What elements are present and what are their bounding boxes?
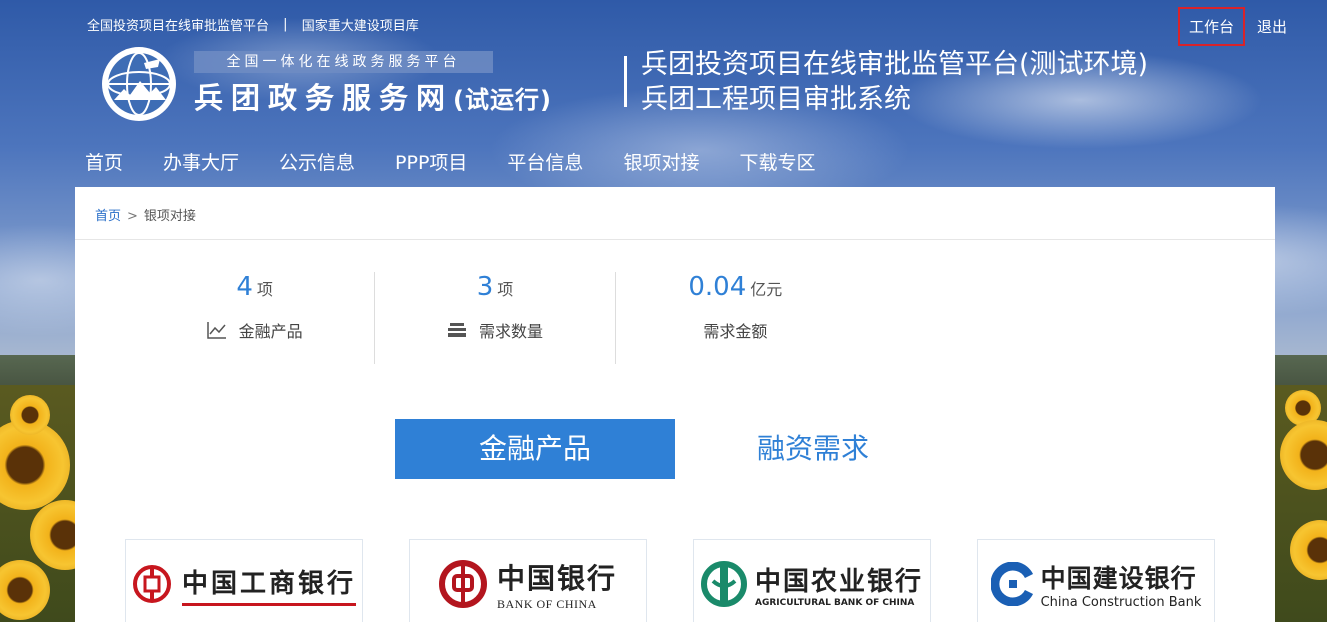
bank-card-boc[interactable]: 中国银行 BANK OF CHINA xyxy=(409,539,647,622)
stat-value: 3 xyxy=(476,272,494,302)
workbench-button[interactable]: 工作台 xyxy=(1177,7,1245,46)
site-name[interactable]: 兵团政务服务网(试运行) xyxy=(194,75,552,117)
bank-name-block: 中国农业银行 AGRICULTURAL BANK OF CHINA xyxy=(755,561,923,608)
boc-logo-icon xyxy=(438,560,487,608)
stat-label-row: 需求数量 xyxy=(375,318,614,342)
tab-financing-needs[interactable]: 融资需求 xyxy=(693,419,933,479)
bank-name-en: BANK OF CHINA xyxy=(496,596,597,611)
bank-underline xyxy=(181,602,356,606)
bank-card-icbc[interactable]: 中国工商银行 xyxy=(125,539,363,622)
breadcrumb-current: 银项对接 xyxy=(143,209,196,224)
stat-value: 0.04 xyxy=(688,272,747,302)
tab-financial-products[interactable]: 金融产品 xyxy=(395,419,675,479)
line-chart-icon xyxy=(206,322,226,339)
national-platform-link[interactable]: 全国投资项目在线审批监管平台 xyxy=(87,19,269,34)
stat-unit: 亿元 xyxy=(750,280,783,299)
nav-item-platform-info[interactable]: 平台信息 xyxy=(497,144,593,187)
main-nav: 首页 办事大厅 公示信息 PPP项目 平台信息 银项对接 下载专区 xyxy=(75,144,845,191)
breadcrumb-separator: > xyxy=(127,209,138,224)
bank-logo: 中国银行 BANK OF CHINA xyxy=(438,557,617,612)
stat-financial-products: 4项 金融产品 xyxy=(135,272,374,364)
site-logo-emblem[interactable] xyxy=(100,45,178,123)
logout-button[interactable]: 退出 xyxy=(1257,16,1287,37)
bank-name-cn: 中国农业银行 xyxy=(754,566,923,597)
stat-unit: 项 xyxy=(497,280,514,299)
system-title: 兵团投资项目在线审批监管平台(测试环境) 兵团工程项目审批系统 xyxy=(641,47,1148,117)
top-links: 全国投资项目在线审批监管平台 | 国家重大建设项目库 xyxy=(87,15,419,34)
bank-list: 中国工商银行 中国银行 BANK OF CHINA 中国农业银行 AGRICUL… xyxy=(125,539,1261,622)
stat-label: 需求数量 xyxy=(478,322,543,341)
nav-item-public-info[interactable]: 公示信息 xyxy=(269,144,365,187)
system-title-line-1: 兵团投资项目在线审批监管平台(测试环境) xyxy=(641,49,1149,80)
nav-item-downloads[interactable]: 下载专区 xyxy=(729,144,825,187)
stat-demand-count: 3项 需求数量 xyxy=(374,272,614,364)
bank-name-en: China Construction Bank xyxy=(1040,594,1202,610)
stat-value: 4 xyxy=(236,272,253,302)
bank-card-ccb[interactable]: 中国建设银行 China Construction Bank xyxy=(977,539,1215,622)
stat-label-row: 需求金额 xyxy=(616,318,855,342)
bank-name-block: 中国银行 BANK OF CHINA xyxy=(497,557,617,612)
bank-logo: 中国工商银行 xyxy=(132,563,356,606)
bank-name-block: 中国工商银行 xyxy=(181,563,356,606)
stat-label: 金融产品 xyxy=(238,322,303,341)
main-panel: 首页 > 银项对接 4项 金融产品 3项 需求数量 0.04 亿元 需求金额 金… xyxy=(75,187,1275,622)
stat-unit: 项 xyxy=(256,280,273,299)
national-project-library-link[interactable]: 国家重大建设项目库 xyxy=(302,19,419,34)
breadcrumb: 首页 > 银项对接 xyxy=(75,187,1275,240)
stat-label-row: 金融产品 xyxy=(135,318,374,342)
bank-name-en: AGRICULTURAL BANK OF CHINA xyxy=(754,597,915,608)
stack-icon xyxy=(447,323,466,337)
sunflower xyxy=(10,395,50,435)
site-name-text: 兵团政务服务网 xyxy=(194,81,454,115)
content-tabs: 金融产品 融资需求 xyxy=(395,419,933,479)
stat-demand-amount: 0.04 亿元 需求金额 xyxy=(614,272,855,364)
auth-area: 工作台 退出 xyxy=(1177,7,1287,46)
abc-logo-icon xyxy=(700,561,747,607)
ccb-logo-icon xyxy=(990,562,1033,606)
bank-logo: 中国农业银行 AGRICULTURAL BANK OF CHINA xyxy=(700,561,923,608)
bank-name-cn: 中国工商银行 xyxy=(181,568,356,599)
bank-name-cn: 中国银行 xyxy=(496,561,617,595)
logo-tagline: 全国一体化在线政务服务平台 xyxy=(194,51,493,73)
bank-logo: 中国建设银行 China Construction Bank xyxy=(990,559,1202,610)
bank-name-cn: 中国建设银行 xyxy=(1040,563,1197,593)
nav-item-service-hall[interactable]: 办事大厅 xyxy=(153,144,249,187)
bank-name-block: 中国建设银行 China Construction Bank xyxy=(1041,559,1202,610)
nav-item-bank-project-matching[interactable]: 银项对接 xyxy=(613,144,709,187)
system-title-line-2: 兵团工程项目审批系统 xyxy=(641,84,911,115)
breadcrumb-home-link[interactable]: 首页 xyxy=(95,209,121,224)
nav-item-ppp-projects[interactable]: PPP项目 xyxy=(385,144,477,187)
top-links-separator: | xyxy=(283,17,288,32)
icbc-logo-icon xyxy=(132,565,171,603)
nav-item-home[interactable]: 首页 xyxy=(75,144,134,191)
bank-card-abc[interactable]: 中国农业银行 AGRICULTURAL BANK OF CHINA xyxy=(693,539,931,622)
stat-label: 需求金额 xyxy=(703,322,768,341)
site-name-suffix: (试运行) xyxy=(453,86,552,114)
title-divider xyxy=(624,56,627,107)
stats-bar: 4项 金融产品 3项 需求数量 0.04 亿元 需求金额 xyxy=(135,272,855,364)
